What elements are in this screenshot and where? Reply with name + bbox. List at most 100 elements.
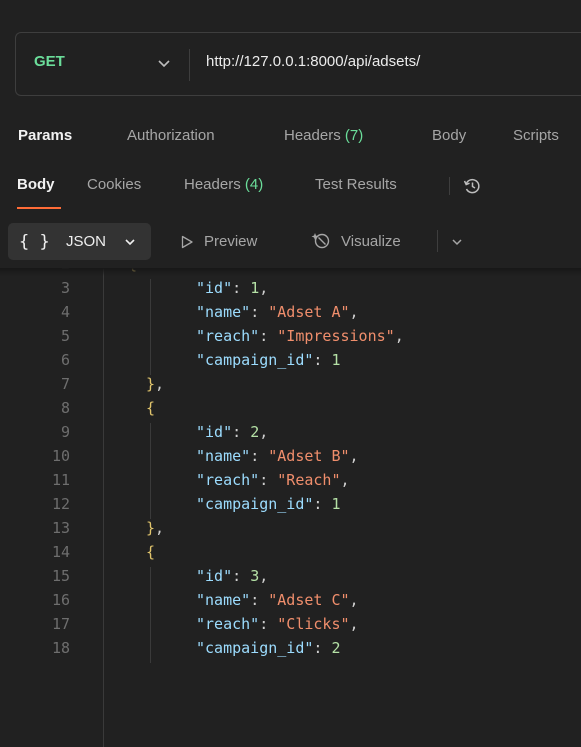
code-line: 13}, <box>0 519 581 543</box>
play-icon[interactable] <box>180 235 194 249</box>
code-token: "Adset C" <box>268 591 350 609</box>
code-token: , <box>155 519 165 537</box>
code-token: , <box>349 447 359 465</box>
code-line: 12 "campaign_id": 1 <box>0 495 581 519</box>
code-token: , <box>340 471 350 489</box>
tab-body[interactable]: Body <box>432 127 466 144</box>
tab-scripts[interactable]: Scripts <box>513 127 559 144</box>
code-token: , <box>394 327 404 345</box>
code-text: { <box>146 399 155 417</box>
code-token: { <box>146 543 156 561</box>
code-text: { <box>146 543 155 561</box>
code-text: "reach": "Clicks", <box>196 615 359 633</box>
active-tab-underline <box>17 207 61 209</box>
scroll-shadow <box>0 268 581 276</box>
code-line: 14 { <box>0 543 581 567</box>
line-number: 7 <box>60 375 70 393</box>
tab-headers-count: (7) <box>344 127 364 144</box>
code-token: , <box>155 375 165 393</box>
code-token: , <box>259 423 269 441</box>
format-select-button[interactable]: { } JSON <box>8 223 151 260</box>
code-token: "id" <box>196 279 233 297</box>
code-token: "campaign_id" <box>196 351 314 369</box>
code-token: "reach" <box>196 327 260 345</box>
code-token: "Reach" <box>277 471 341 489</box>
code-text: "name": "Adset B", <box>196 447 359 465</box>
response-tabs: Body Cookies Headers (4) Test Results <box>0 176 581 209</box>
code-line: 16 "name": "Adset C", <box>0 591 581 615</box>
code-text: "id": 2, <box>196 423 268 441</box>
code-line: 8{ <box>0 399 581 423</box>
code-text: "campaign_id": 1 <box>196 351 341 369</box>
visualize-icon[interactable] <box>311 230 333 252</box>
tab-headers[interactable]: Headers (7) <box>284 127 363 144</box>
code-text: "campaign_id": 1 <box>196 495 341 513</box>
tab-response-headers[interactable]: Headers (4) <box>184 176 263 193</box>
code-token: : <box>313 639 332 657</box>
tab-cookies[interactable]: Cookies <box>87 176 141 193</box>
code-line: 5 "reach": "Impressions", <box>0 327 581 351</box>
braces-icon: { } <box>19 232 50 252</box>
code-token: } <box>146 519 156 537</box>
format-label: JSON <box>66 233 107 250</box>
code-token: : <box>259 615 278 633</box>
visualize-button[interactable]: Visualize <box>341 233 401 250</box>
code-line: 11 "reach": "Reach", <box>0 471 581 495</box>
code-token: "name" <box>196 447 251 465</box>
response-toolbar: { } JSON Preview Visualize <box>0 223 581 261</box>
code-token: 1 <box>331 351 341 369</box>
code-text: "campaign_id": 2 <box>196 639 341 657</box>
code-line: 3 "id": 1, <box>0 279 581 303</box>
history-icon[interactable] <box>462 176 482 196</box>
code-token: : <box>313 351 332 369</box>
code-token: : <box>250 591 269 609</box>
code-token: "reach" <box>196 471 260 489</box>
indent-guide <box>150 567 151 663</box>
preview-button[interactable]: Preview <box>204 233 257 250</box>
code-text: "id": 1, <box>196 279 268 297</box>
tab-test-results[interactable]: Test Results <box>315 176 397 193</box>
code-token: "Impressions" <box>277 327 395 345</box>
code-token: } <box>146 375 156 393</box>
line-number: 3 <box>60 279 70 297</box>
url-input[interactable]: http://127.0.0.1:8000/api/adsets/ <box>206 53 420 70</box>
code-token: : <box>259 471 278 489</box>
line-number: 10 <box>51 447 70 465</box>
code-token: , <box>349 303 359 321</box>
code-text: "name": "Adset A", <box>196 303 359 321</box>
code-token: 1 <box>331 495 341 513</box>
code-token: , <box>259 567 269 585</box>
request-tabs: Params Authorization Headers (7) Body Sc… <box>0 127 581 151</box>
code-token: "campaign_id" <box>196 495 314 513</box>
code-text: "reach": "Reach", <box>196 471 350 489</box>
response-body-viewer[interactable]: 2 {3 "id": 1, 4 "name": "Adset A", 5 "reach": … <box>0 268 581 747</box>
code-line: 7}, <box>0 375 581 399</box>
tab-response-headers-label: Headers <box>184 176 241 193</box>
line-number: 16 <box>51 591 70 609</box>
code-token: : <box>250 447 269 465</box>
tab-headers-label: Headers <box>284 127 341 144</box>
code-text: "reach": "Impressions", <box>196 327 404 345</box>
method-select[interactable]: GET <box>34 53 65 70</box>
line-number: 5 <box>60 327 70 345</box>
tab-authorization[interactable]: Authorization <box>127 127 215 144</box>
code-token: 1 <box>250 279 260 297</box>
code-text: "id": 3, <box>196 567 268 585</box>
line-number: 4 <box>60 303 70 321</box>
tab-response-body[interactable]: Body <box>17 176 55 193</box>
code-token: "id" <box>196 567 233 585</box>
line-number: 15 <box>51 567 70 585</box>
code-line: 4 "name": "Adset A", <box>0 303 581 327</box>
tab-params[interactable]: Params <box>18 127 72 144</box>
chevron-down-icon[interactable] <box>450 235 464 249</box>
line-number: 18 <box>51 639 70 657</box>
indent-guide <box>150 423 151 519</box>
code-line: 17 "reach": "Clicks", <box>0 615 581 639</box>
code-token: : <box>232 567 251 585</box>
chevron-down-icon <box>125 239 135 246</box>
code-token: : <box>232 423 251 441</box>
code-token: 2 <box>331 639 341 657</box>
code-token: , <box>349 615 359 633</box>
line-number: 9 <box>60 423 70 441</box>
chevron-down-icon[interactable] <box>156 55 172 71</box>
